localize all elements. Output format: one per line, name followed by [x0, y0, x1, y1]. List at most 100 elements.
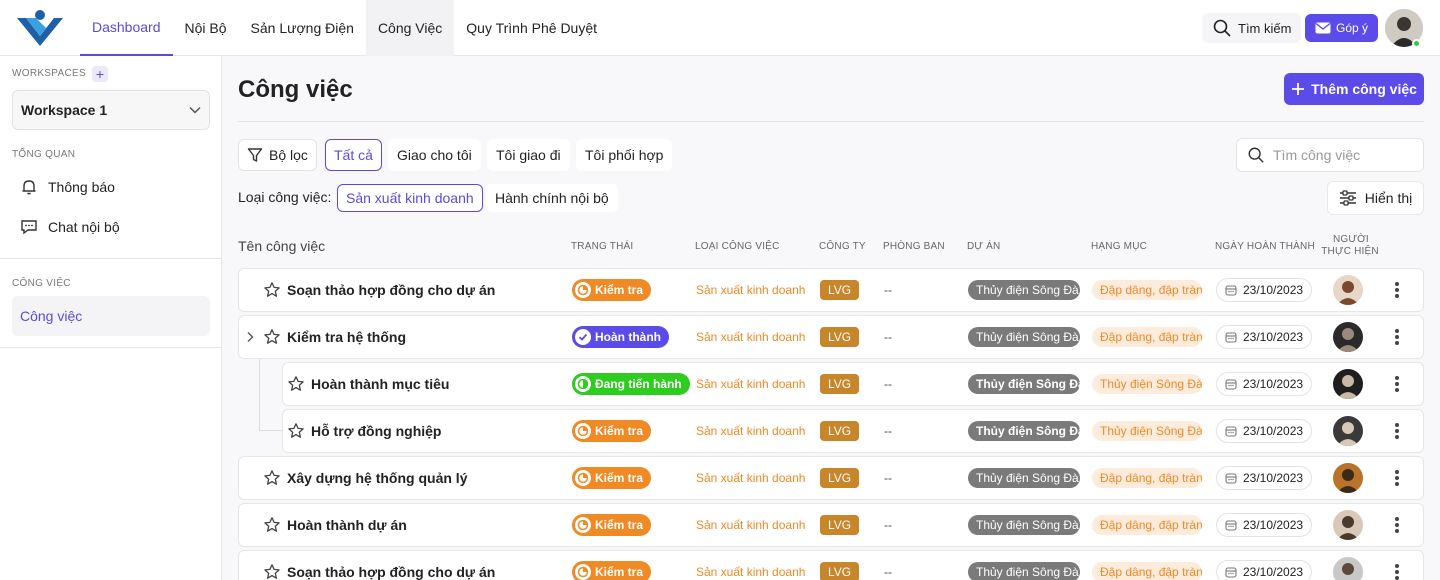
calendar-icon — [1225, 520, 1237, 531]
global-search-button[interactable]: Tìm kiếm — [1202, 13, 1302, 43]
column-header-company: CÔNG TY — [819, 241, 866, 252]
scope-chip-assigned-by-me[interactable]: Tôi giao đi — [487, 139, 570, 171]
star-icon — [288, 423, 304, 438]
department-value: -- — [884, 565, 892, 579]
workspace-selector[interactable]: Workspace 1 — [12, 90, 210, 130]
favorite-star-button[interactable] — [263, 316, 281, 358]
task-name[interactable]: Soạn thảo hợp đồng cho dự án — [287, 269, 495, 311]
row-more-options-icon[interactable] — [1389, 515, 1405, 535]
favorite-star-button[interactable] — [287, 363, 305, 405]
column-header-department: PHÒNG BAN — [883, 241, 945, 252]
status-badge[interactable]: Kiểm tra — [572, 514, 652, 536]
company-badge: LVG — [820, 280, 860, 300]
assignee-avatar[interactable] — [1333, 510, 1363, 540]
nav-tab-cong-viec[interactable]: Công Việc — [365, 0, 455, 56]
project-badge: Thủy điện Sông Đà — [968, 421, 1080, 441]
row-more-options-icon[interactable] — [1389, 327, 1405, 347]
display-options-label: Hiển thị — [1364, 190, 1413, 206]
tree-connector-line — [259, 430, 282, 431]
favorite-star-button[interactable] — [263, 269, 281, 311]
row-more-options-icon[interactable] — [1389, 468, 1405, 488]
global-search-label: Tìm kiếm — [1238, 20, 1292, 36]
add-task-button[interactable]: Thêm công việc — [1284, 73, 1424, 105]
type-chip-business[interactable]: Sản xuất kinh doanh — [337, 184, 483, 212]
favorite-star-button[interactable] — [263, 457, 281, 499]
task-name[interactable]: Hoàn thành dự án — [287, 504, 407, 546]
task-name[interactable]: Hỗ trợ đồng nghiệp — [311, 410, 441, 452]
task-search-input[interactable]: Tìm công việc — [1236, 138, 1424, 172]
status-label: Kiểm tra — [595, 518, 644, 532]
status-review-icon — [575, 282, 591, 298]
status-in-progress-icon — [575, 376, 591, 392]
column-header-type: LOẠI CÔNG VIỆC — [695, 241, 780, 252]
status-badge[interactable]: Hoàn thành — [572, 326, 669, 348]
favorite-star-button[interactable] — [263, 551, 281, 580]
work-section-label: CÔNG VIỆC — [12, 278, 71, 289]
table-row[interactable]: Hoàn thành mục tiêu Đang tiến hành Sản x… — [282, 362, 1424, 406]
row-more-options-icon[interactable] — [1389, 421, 1405, 441]
task-name[interactable]: Kiểm tra hệ thống — [287, 316, 406, 358]
nav-tab-noi-bo[interactable]: Nội Bộ — [173, 0, 239, 56]
due-date-badge: 23/10/2023 — [1216, 560, 1313, 580]
chevron-right-icon — [247, 332, 254, 342]
title-divider — [238, 121, 1424, 122]
company-badge: LVG — [820, 562, 860, 580]
assignee-avatar[interactable] — [1333, 322, 1363, 352]
status-review-icon — [575, 423, 591, 439]
assignee-avatar[interactable] — [1333, 275, 1363, 305]
company-logo[interactable] — [14, 8, 66, 48]
table-row[interactable]: Soạn thảo hợp đồng cho dự án Kiểm tra Sả… — [238, 268, 1424, 312]
table-row[interactable]: Hỗ trợ đồng nghiệp Kiểm tra Sản xuất kin… — [282, 409, 1424, 453]
status-label: Kiểm tra — [595, 565, 644, 579]
assignee-avatar[interactable] — [1333, 557, 1363, 580]
task-name[interactable]: Soạn thảo hợp đồng cho dự án — [287, 551, 495, 580]
nav-tab-dashboard[interactable]: Dashboard — [80, 0, 173, 56]
task-type: Sản xuất kinh doanh — [696, 471, 806, 485]
assignee-avatar[interactable] — [1333, 463, 1363, 493]
row-more-options-icon[interactable] — [1389, 374, 1405, 394]
assignee-avatar[interactable] — [1333, 416, 1363, 446]
table-row[interactable]: Soạn thảo hợp đồng cho dự án Kiểm tra Sả… — [238, 550, 1424, 580]
row-more-options-icon[interactable] — [1389, 280, 1405, 300]
project-badge: Thủy điện Sông Đà — [968, 374, 1080, 394]
task-name[interactable]: Xây dựng hệ thống quản lý — [287, 457, 467, 499]
star-icon — [264, 329, 280, 344]
nav-tab-quy-trinh-phe-duyet[interactable]: Quy Trình Phê Duyệt — [454, 0, 609, 56]
nav-tab-san-luong-dien[interactable]: Sản Lượng Điện — [239, 0, 366, 56]
status-badge[interactable]: Kiểm tra — [572, 279, 652, 301]
task-type: Sản xuất kinh doanh — [696, 283, 806, 297]
status-label: Đang tiến hành — [595, 377, 682, 391]
filter-icon — [247, 148, 263, 162]
task-name[interactable]: Hoàn thành mục tiêu — [311, 363, 449, 405]
department-value: -- — [884, 518, 892, 532]
sidebar-item-internal-chat[interactable]: Chat nội bộ — [12, 209, 210, 245]
table-row[interactable]: Xây dựng hệ thống quản lý Kiểm tra Sản x… — [238, 456, 1424, 500]
favorite-star-button[interactable] — [287, 410, 305, 452]
company-badge: LVG — [820, 515, 860, 535]
feedback-button[interactable]: Góp ý — [1305, 14, 1379, 42]
sidebar-item-notifications[interactable]: Thông báo — [12, 169, 210, 205]
type-chip-internal-admin[interactable]: Hành chính nội bộ — [486, 184, 618, 212]
display-options-button[interactable]: Hiển thị — [1327, 181, 1424, 215]
expand-row-button[interactable] — [245, 316, 255, 358]
scope-chip-assigned-to-me[interactable]: Giao cho tôi — [388, 139, 481, 171]
filter-button[interactable]: Bộ lọc — [238, 139, 317, 171]
sidebar-item-cong-viec[interactable]: Công việc — [12, 296, 210, 336]
sliders-icon — [1339, 190, 1356, 206]
table-row[interactable]: Hoàn thành dự án Kiểm tra Sản xuất kinh … — [238, 503, 1424, 547]
status-badge[interactable]: Kiểm tra — [572, 467, 652, 489]
status-badge[interactable]: Kiểm tra — [572, 420, 652, 442]
search-icon — [1248, 147, 1264, 163]
favorite-star-button[interactable] — [263, 504, 281, 546]
scope-chip-collaborating[interactable]: Tôi phối hợp — [576, 139, 673, 171]
scope-chip-all[interactable]: Tất cả — [325, 139, 382, 171]
status-review-icon — [575, 564, 591, 580]
star-icon — [264, 470, 280, 485]
status-label: Hoàn thành — [595, 330, 661, 344]
add-workspace-button[interactable]: + — [92, 66, 108, 82]
table-row[interactable]: Kiểm tra hệ thống Hoàn thành Sản xuất ki… — [238, 315, 1424, 359]
row-more-options-icon[interactable] — [1389, 562, 1405, 580]
assignee-avatar[interactable] — [1333, 369, 1363, 399]
status-badge[interactable]: Đang tiến hành — [572, 373, 690, 395]
status-badge[interactable]: Kiểm tra — [572, 561, 652, 580]
